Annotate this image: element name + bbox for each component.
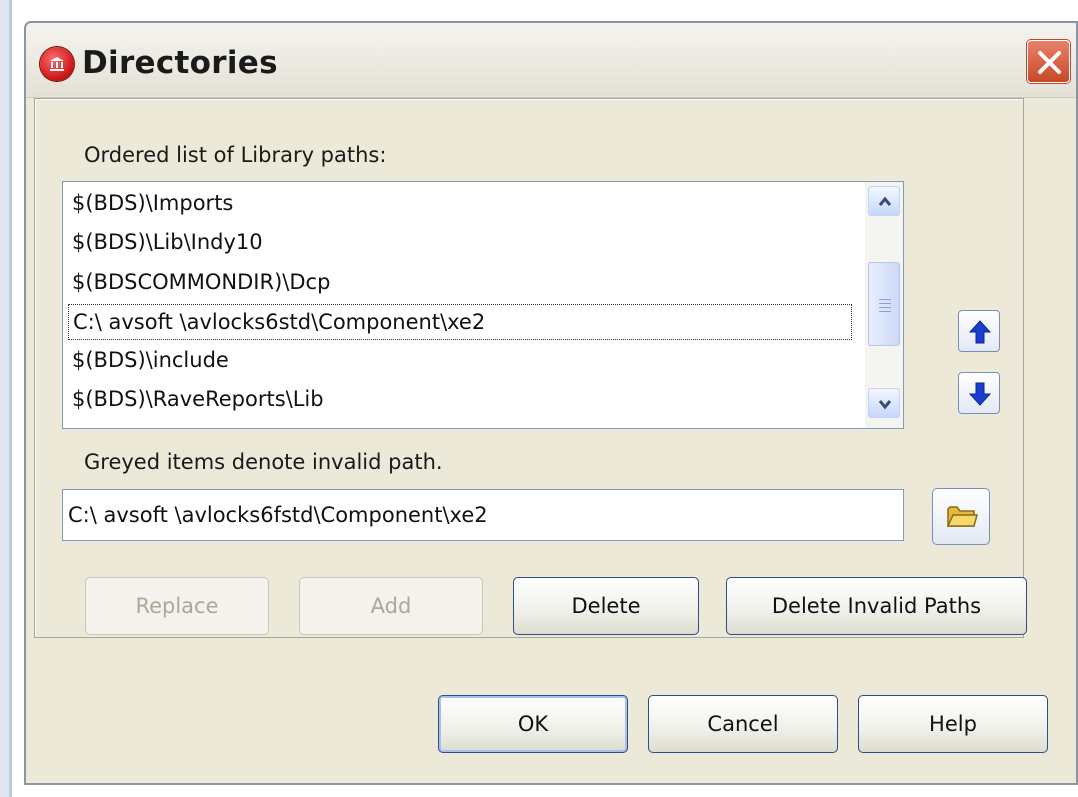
delete-button[interactable]: Delete bbox=[513, 577, 699, 635]
list-item-focused[interactable]: C:\ avsoft \avlocks6std\Component\xe2 bbox=[68, 304, 852, 340]
delete-invalid-paths-button[interactable]: Delete Invalid Paths bbox=[726, 577, 1027, 635]
list-item[interactable]: $(BDS)\Imports bbox=[68, 186, 852, 222]
list-item[interactable]: $(BDSCOMMONDIR)\Dcp bbox=[68, 265, 852, 301]
chevron-up-icon bbox=[878, 196, 892, 206]
list-item[interactable]: $(BDS)\Lib\Indy10 bbox=[68, 225, 852, 261]
cancel-button[interactable]: Cancel bbox=[648, 695, 838, 753]
move-down-button[interactable] bbox=[958, 372, 1000, 414]
folder-icon bbox=[946, 506, 978, 527]
help-button[interactable]: Help bbox=[858, 695, 1048, 753]
replace-button[interactable]: Replace bbox=[85, 577, 269, 635]
ok-button[interactable]: OK bbox=[438, 695, 628, 753]
library-building-icon bbox=[40, 47, 74, 81]
browse-folder-button[interactable] bbox=[932, 488, 990, 545]
add-button[interactable]: Add bbox=[299, 577, 483, 635]
background-window-edge bbox=[0, 0, 12, 797]
close-x-icon bbox=[1038, 51, 1061, 74]
arrow-down-icon bbox=[969, 382, 991, 406]
list-label: Ordered list of Library paths: bbox=[84, 143, 387, 167]
window-title: Directories bbox=[82, 45, 278, 81]
arrow-up-icon bbox=[969, 320, 991, 344]
list-item[interactable]: $(BDS)\include bbox=[68, 343, 852, 379]
close-button[interactable] bbox=[1027, 40, 1070, 83]
scroll-up-button[interactable] bbox=[868, 186, 900, 216]
title-bar[interactable]: Directories bbox=[26, 23, 1076, 98]
library-paths-list[interactable]: $(BDS)\Imports $(BDS)\Lib\Indy10 $(BDSCO… bbox=[62, 181, 904, 429]
list-scrollbar[interactable] bbox=[865, 182, 903, 428]
chevron-down-icon bbox=[878, 400, 892, 410]
scroll-down-button[interactable] bbox=[868, 388, 900, 418]
invalid-path-note: Greyed items denote invalid path. bbox=[84, 450, 443, 474]
scroll-thumb[interactable] bbox=[868, 262, 900, 346]
path-input[interactable] bbox=[62, 489, 904, 541]
list-item[interactable]: $(BDS)\RaveReports\Lib bbox=[68, 382, 852, 418]
move-up-button[interactable] bbox=[958, 310, 1000, 352]
